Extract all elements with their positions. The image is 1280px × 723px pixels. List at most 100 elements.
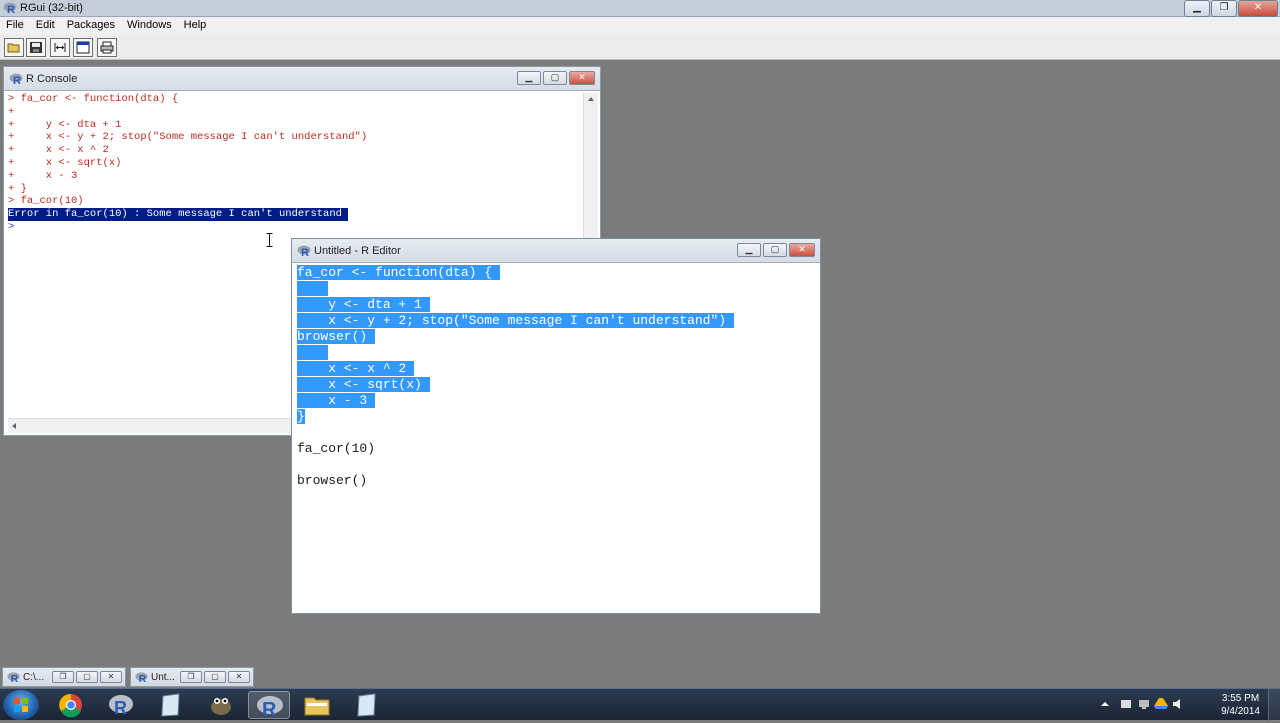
selected-text: x - 3 bbox=[297, 393, 376, 408]
editor-line: y <- dta + 1 bbox=[297, 297, 815, 313]
ibeam-cursor-icon bbox=[266, 233, 273, 247]
r-logo-icon: R bbox=[7, 672, 20, 684]
minimize-button[interactable]: ▁ bbox=[1184, 0, 1210, 17]
scroll-left-icon[interactable] bbox=[8, 419, 20, 433]
action-center-icon[interactable] bbox=[1120, 698, 1132, 710]
windows-taskbar: R R 3:55 PM 9/4/2014 bbox=[0, 688, 1280, 721]
editor-line: fa_cor(10) bbox=[297, 441, 376, 456]
editor-line: browser() bbox=[297, 473, 368, 488]
editor-close-button[interactable]: ✕ bbox=[789, 243, 815, 257]
editor-line: } bbox=[297, 409, 815, 425]
editor-title: Untitled - R Editor bbox=[314, 245, 401, 257]
clock[interactable]: 3:55 PM 9/4/2014 bbox=[1221, 692, 1260, 718]
maximize-button[interactable]: ▢ bbox=[76, 671, 98, 683]
app-window-controls: ▁ ❐ ✕ bbox=[1184, 0, 1278, 17]
console-line: + x <- x ^ 2 bbox=[8, 144, 109, 157]
console-line: > fa_cor <- function(dta) { bbox=[8, 93, 179, 105]
notepad-icon bbox=[161, 693, 180, 717]
minimized-windows-strip: R C:\... ❐ ▢ ✕ R Unt... ❐ ▢ ✕ bbox=[0, 664, 1280, 688]
taskbar-notepad2[interactable] bbox=[346, 691, 388, 719]
restore-button[interactable]: ❐ bbox=[1211, 0, 1237, 17]
console-titlebar: R R Console ▁ ▢ ✕ bbox=[4, 67, 600, 91]
svg-text:R: R bbox=[139, 674, 147, 684]
minimized-window-editor[interactable]: R Unt... ❐ ▢ ✕ bbox=[130, 667, 254, 687]
volume-icon[interactable] bbox=[1172, 698, 1185, 710]
console-line: + } bbox=[8, 182, 27, 195]
close-button[interactable]: ✕ bbox=[100, 671, 122, 683]
selected-text: y <- dta + 1 bbox=[297, 297, 430, 312]
restore-button[interactable]: ❐ bbox=[180, 671, 202, 683]
print-button[interactable] bbox=[97, 38, 117, 57]
taskbar-explorer[interactable] bbox=[296, 691, 338, 719]
console-title: R Console bbox=[26, 73, 78, 85]
show-hidden-icons-icon[interactable] bbox=[1100, 699, 1110, 709]
window-icon bbox=[76, 41, 90, 54]
console-line: + x <- sqrt(x) bbox=[8, 156, 122, 169]
r-logo-icon: R bbox=[135, 672, 148, 684]
show-desktop-button[interactable] bbox=[1268, 689, 1280, 721]
console-line: + bbox=[8, 105, 15, 118]
console-minimize-button[interactable]: ▁ bbox=[517, 71, 541, 85]
minimized-window-console[interactable]: R C:\... ❐ ▢ ✕ bbox=[2, 667, 126, 687]
svg-text:R: R bbox=[301, 247, 309, 258]
editor-line bbox=[297, 281, 815, 297]
printer-icon bbox=[100, 41, 114, 54]
selected-text bbox=[297, 345, 329, 360]
editor-minimize-button[interactable]: ▁ bbox=[737, 243, 761, 257]
menu-packages[interactable]: Packages bbox=[61, 17, 121, 35]
menu-bar: File Edit Packages Windows Help bbox=[0, 17, 1280, 35]
taskbar-notepad[interactable] bbox=[150, 691, 192, 719]
open-script-button[interactable] bbox=[4, 38, 24, 57]
selected-text: x <- sqrt(x) bbox=[297, 377, 430, 392]
network-icon[interactable] bbox=[1138, 698, 1150, 710]
svg-text:R: R bbox=[114, 698, 127, 718]
selected-text: } bbox=[297, 409, 305, 424]
maximize-button[interactable]: ▢ bbox=[204, 671, 226, 683]
svg-text:R: R bbox=[262, 699, 277, 720]
editor-maximize-button[interactable]: ▢ bbox=[763, 243, 787, 257]
console-line: > fa_cor(10) bbox=[8, 195, 84, 208]
selected-text: x <- y + 2; stop("Some message I can't u… bbox=[297, 313, 734, 328]
selected-text: browser() bbox=[297, 329, 376, 344]
editor-line: browser() bbox=[297, 329, 815, 345]
minimized-window-label: Unt... bbox=[151, 672, 175, 683]
menu-file[interactable]: File bbox=[0, 17, 30, 35]
editor-line: x <- x ^ 2 bbox=[297, 361, 815, 377]
console-window-button[interactable] bbox=[73, 38, 93, 57]
start-button[interactable] bbox=[3, 690, 39, 720]
console-maximize-button[interactable]: ▢ bbox=[543, 71, 567, 85]
selected-text: fa_cor <- function(dta) { bbox=[297, 265, 500, 280]
close-button[interactable]: ✕ bbox=[228, 671, 250, 683]
editor-line: x - 3 bbox=[297, 393, 815, 409]
scroll-up-icon[interactable] bbox=[584, 93, 598, 105]
restore-button[interactable]: ❐ bbox=[52, 671, 74, 683]
taskbar-r[interactable]: R bbox=[100, 691, 142, 719]
windows-logo-icon bbox=[14, 698, 28, 712]
console-close-button[interactable]: ✕ bbox=[569, 71, 595, 85]
save-button[interactable] bbox=[26, 38, 46, 57]
editor-window: R Untitled - R Editor ▁ ▢ ✕ fa_cor <- fu… bbox=[291, 238, 821, 614]
load-workspace-button[interactable] bbox=[50, 38, 70, 57]
menu-windows[interactable]: Windows bbox=[121, 17, 178, 35]
chrome-icon bbox=[59, 693, 82, 718]
editor-text-area[interactable]: fa_cor <- function(dta) { y <- dta + 1 x… bbox=[297, 265, 815, 608]
taskbar-rgui[interactable]: R bbox=[248, 691, 290, 721]
taskbar-chrome[interactable] bbox=[50, 691, 92, 719]
editor-line bbox=[297, 345, 815, 361]
menu-help[interactable]: Help bbox=[178, 17, 213, 35]
r-logo-icon: R bbox=[3, 2, 17, 15]
google-drive-icon[interactable] bbox=[1154, 697, 1168, 710]
taskbar-gimp[interactable] bbox=[200, 691, 242, 719]
open-folder-icon bbox=[7, 43, 20, 53]
selected-text: x <- x ^ 2 bbox=[297, 361, 415, 376]
console-prompt[interactable]: > bbox=[8, 221, 582, 234]
menu-edit[interactable]: Edit bbox=[30, 17, 61, 35]
load-workspace-icon bbox=[54, 43, 66, 52]
editor-titlebar: R Untitled - R Editor ▁ ▢ ✕ bbox=[292, 239, 820, 263]
editor-window-controls: ▁ ▢ ✕ bbox=[737, 243, 815, 257]
r-logo-icon: R bbox=[297, 245, 311, 258]
close-button[interactable]: ✕ bbox=[1238, 0, 1278, 17]
folder-icon bbox=[304, 697, 330, 716]
minimized-window-label: C:\... bbox=[23, 672, 45, 683]
